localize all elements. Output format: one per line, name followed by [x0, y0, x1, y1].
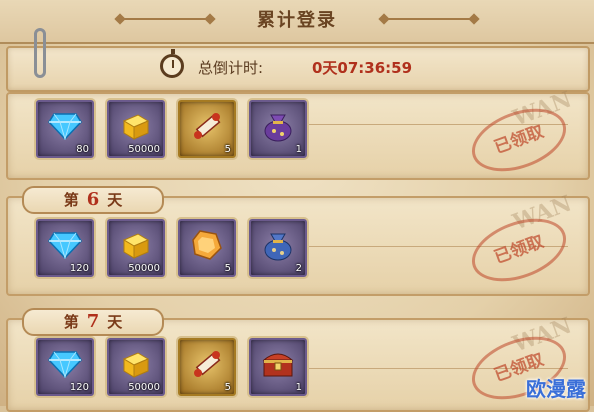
reward-item[interactable]: 5 [178, 338, 236, 396]
header-bar: 累计登录 [0, 0, 594, 44]
stopwatch-icon [160, 49, 184, 78]
item-count: 5 [224, 382, 231, 393]
day-suffix: 天 [107, 191, 123, 209]
diamond-icon [48, 113, 82, 141]
item-count: 1 [295, 144, 302, 155]
amber-gem-icon [192, 230, 222, 261]
diamond-icon [48, 351, 82, 379]
pouch-icon [264, 114, 292, 142]
item-count: 1 [295, 382, 302, 393]
page-title: 累计登录 [257, 10, 337, 31]
reward-item[interactable]: 120 [36, 338, 94, 396]
countdown-bar [6, 46, 590, 92]
scroll-icon [194, 113, 221, 140]
item-count: 120 [69, 263, 89, 274]
item-count: 80 [76, 144, 89, 155]
login-rewards-page: 累计登录 总倒计时: 0天07:36:59 WAN 已领取 80 50000 5… [0, 0, 594, 412]
gold-ingot-icon [122, 352, 150, 379]
item-count: 120 [69, 382, 89, 393]
diamond-icon [48, 232, 82, 260]
reward-item[interactable]: 50000 [107, 219, 165, 277]
scroll-icon [194, 351, 221, 378]
day-number: 6 [86, 189, 100, 210]
pouch-icon [264, 233, 292, 261]
reward-item[interactable]: 50000 [107, 100, 165, 158]
header-flourish-right [384, 18, 474, 20]
reward-item[interactable]: 120 [36, 219, 94, 277]
reward-item[interactable]: 5 [178, 219, 236, 277]
item-count: 5 [224, 263, 231, 274]
day-banner: 第6天 [22, 186, 164, 214]
reward-item[interactable]: 5 [178, 100, 236, 158]
gold-ingot-icon [122, 233, 150, 260]
site-watermark: 欧漫露 [526, 377, 586, 401]
item-count: 50000 [128, 382, 160, 393]
day-prefix: 第 [63, 191, 79, 209]
item-count: 5 [224, 144, 231, 155]
countdown-value: 0天07:36:59 [312, 59, 413, 77]
reward-item[interactable]: 2 [249, 219, 307, 277]
gold-ingot-icon [122, 114, 150, 141]
treasure-chest-icon [262, 353, 294, 377]
reward-item[interactable]: 50000 [107, 338, 165, 396]
reward-item[interactable]: 1 [249, 338, 307, 396]
item-count: 2 [295, 263, 302, 274]
reward-item[interactable]: 1 [249, 100, 307, 158]
day-banner: 第7天 [22, 308, 164, 336]
day-number: 7 [86, 311, 100, 332]
countdown-label: 总倒计时: [198, 59, 264, 77]
reward-item[interactable]: 80 [36, 100, 94, 158]
item-count: 50000 [128, 263, 160, 274]
item-count: 50000 [128, 144, 160, 155]
day-suffix: 天 [107, 313, 123, 331]
day-prefix: 第 [63, 313, 79, 331]
paperclip-icon [34, 28, 46, 78]
